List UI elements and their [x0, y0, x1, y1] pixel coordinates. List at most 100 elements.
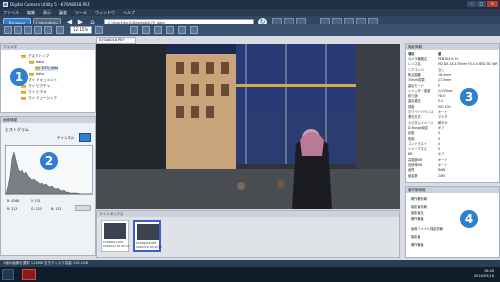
folder-icon: [35, 67, 40, 70]
exif-row: D-Range設定 オフ: [408, 126, 444, 130]
meta-row: 画像ファイル保証情報: [411, 227, 443, 231]
tree-item[interactable]: デスクトップ: [21, 54, 49, 59]
crop-icon[interactable]: [130, 26, 138, 34]
copyright-panel-title: 著作権情報: [406, 187, 499, 193]
exif-value: オート: [438, 110, 448, 114]
channel-label: チャンネル: [57, 136, 75, 140]
exif-value: P: [438, 83, 440, 88]
exif-row: リアコンバ なし: [408, 68, 444, 72]
thumbnail-date: 2016/5/9 16:43:12: [136, 245, 163, 249]
exif-header: 項目値: [408, 52, 442, 56]
app-icon: [3, 2, 8, 7]
exif-row: 絞り値 F8.0: [408, 94, 445, 98]
single-view-icon[interactable]: [14, 26, 22, 34]
exif-key: コントラスト: [408, 141, 428, 146]
exif-key: レンズ名: [408, 62, 421, 67]
exif-key: 感度: [408, 104, 415, 109]
close-button[interactable]: ✕: [487, 1, 498, 7]
exif-row: カメラ機種名 PENTAX K-70: [408, 57, 458, 61]
window-controls: – □ ✕: [466, 1, 498, 7]
exif-key: リアコンバ: [408, 67, 424, 72]
stat-g-value: G: 120: [31, 207, 42, 211]
grid-toggle-icon[interactable]: [4, 26, 12, 34]
meta-row: 撮影者情報: [411, 205, 427, 209]
meta-row: 著作権者: [411, 243, 424, 247]
histogram-label: ヒストグラム: [5, 127, 29, 132]
menu-edit[interactable]: 編集: [27, 10, 35, 16]
fit-window-icon[interactable]: [95, 26, 103, 34]
main-image-view[interactable]: [96, 44, 400, 209]
tree-item-selected[interactable]: K70_data: [35, 66, 59, 71]
menu-bar: ファイル 編集 表示 審査 ツール ウィンドウ ヘルプ: [0, 9, 500, 16]
folder-icon: [21, 97, 26, 100]
stat-r: R: 4266: [7, 199, 20, 203]
stat-r-value: R: 213: [7, 207, 18, 211]
exif-row: 測光方式 マルチ: [408, 115, 448, 119]
exif-key: 絞り値: [408, 94, 418, 99]
exif-row: ホワイトバランス オート: [408, 110, 448, 114]
thumbnail-image: [137, 224, 159, 240]
tree-item[interactable]: マイ ビデオ: [21, 90, 47, 95]
help-icon[interactable]: [190, 26, 198, 34]
exif-key: 測光方式: [408, 115, 421, 120]
exif-value: PENTAX K-70: [438, 57, 459, 61]
zoom-select[interactable]: 12.15%: [70, 26, 92, 34]
tree-item[interactable]: data: [29, 72, 44, 77]
menu-help[interactable]: ヘルプ: [123, 10, 135, 16]
tree-item[interactable]: data: [29, 60, 44, 65]
exif-key: ホワイトバランス: [408, 110, 434, 114]
zoom-icon[interactable]: [56, 26, 64, 34]
exif-row: シャッター速度 1/125sec: [408, 89, 453, 93]
title-bar: Digital Camera Utility 5 - K70A8018.PEF …: [0, 0, 500, 9]
exif-value: F8.0: [438, 94, 445, 99]
channel-select[interactable]: [79, 133, 91, 142]
menu-tools[interactable]: ツール: [75, 10, 87, 16]
exif-row: 35mm換算 27.0mm: [408, 78, 451, 82]
image-tab[interactable]: K70A8018.PEF: [96, 37, 136, 44]
tree-item[interactable]: マイ ミュージック: [21, 96, 57, 101]
compare-view-icon[interactable]: [24, 26, 32, 34]
photo-preview: [96, 44, 400, 209]
exif-value: 27.0mm: [438, 78, 452, 83]
exif-row: 露出補正 0.0: [408, 99, 443, 103]
exif-row: 感度 ISO 100: [408, 105, 451, 109]
maximize-button[interactable]: □: [477, 1, 486, 7]
minimize-button[interactable]: –: [467, 1, 476, 7]
settings-icon[interactable]: [178, 26, 186, 34]
exif-key: 画素数: [408, 173, 418, 178]
menu-window[interactable]: ウィンドウ: [95, 10, 115, 16]
exif-key: シャープネス: [408, 147, 427, 152]
image-edit-icon[interactable]: [44, 26, 52, 34]
exif-value: なし: [438, 67, 445, 72]
folder-icon: [21, 55, 26, 58]
exif-value: 18.0mm: [438, 72, 452, 77]
window-title: Digital Camera Utility 5 - K70A8018.PEF: [10, 2, 90, 7]
menu-view[interactable]: 表示: [43, 10, 51, 16]
taskbar-app-icon[interactable]: [22, 269, 36, 280]
thumbnail-image: [104, 223, 126, 239]
exif-value: 0.0: [438, 99, 444, 104]
folder-icon: [21, 91, 26, 94]
exif-value: オフ: [438, 125, 445, 130]
menu-review[interactable]: 審査: [59, 10, 67, 16]
thumbnail-date: 2016/5/9 16:43:12: [103, 244, 130, 248]
exif-key: カメラ機種名: [408, 57, 428, 61]
tree-item[interactable]: マイ ピクチャ: [21, 84, 50, 89]
exif-row: シャープネス 0: [408, 147, 440, 151]
exif-row: 画素数 24M: [408, 174, 445, 178]
exif-value: RAW: [438, 168, 446, 173]
start-button[interactable]: [2, 269, 14, 280]
batch-icon[interactable]: [154, 26, 162, 34]
exif-value: HD DA 18-135mm F3.5-5.6ED DC WR: [438, 62, 498, 67]
folder-panel-title: フォルダ: [1, 44, 95, 50]
fullscreen-icon[interactable]: [34, 26, 42, 34]
thumbnail-item[interactable]: K70A8017.JPG 2016/5/9 16:43:12: [101, 220, 129, 252]
lightbox-panel-title: ライトボックス: [97, 211, 399, 217]
thumbnail-item-selected[interactable]: K70A8018.PEF 2016/5/9 16:43:12: [133, 220, 163, 252]
print-icon[interactable]: [166, 26, 174, 34]
meta-row: 著作権情報: [411, 197, 427, 201]
menu-file[interactable]: ファイル: [3, 10, 19, 16]
callout-badge-3: 3: [460, 88, 478, 106]
status-bar: 1個の画像を選択 112MB 空きディスク容量 136.1GB: [0, 260, 500, 267]
develop-icon[interactable]: [142, 26, 150, 34]
